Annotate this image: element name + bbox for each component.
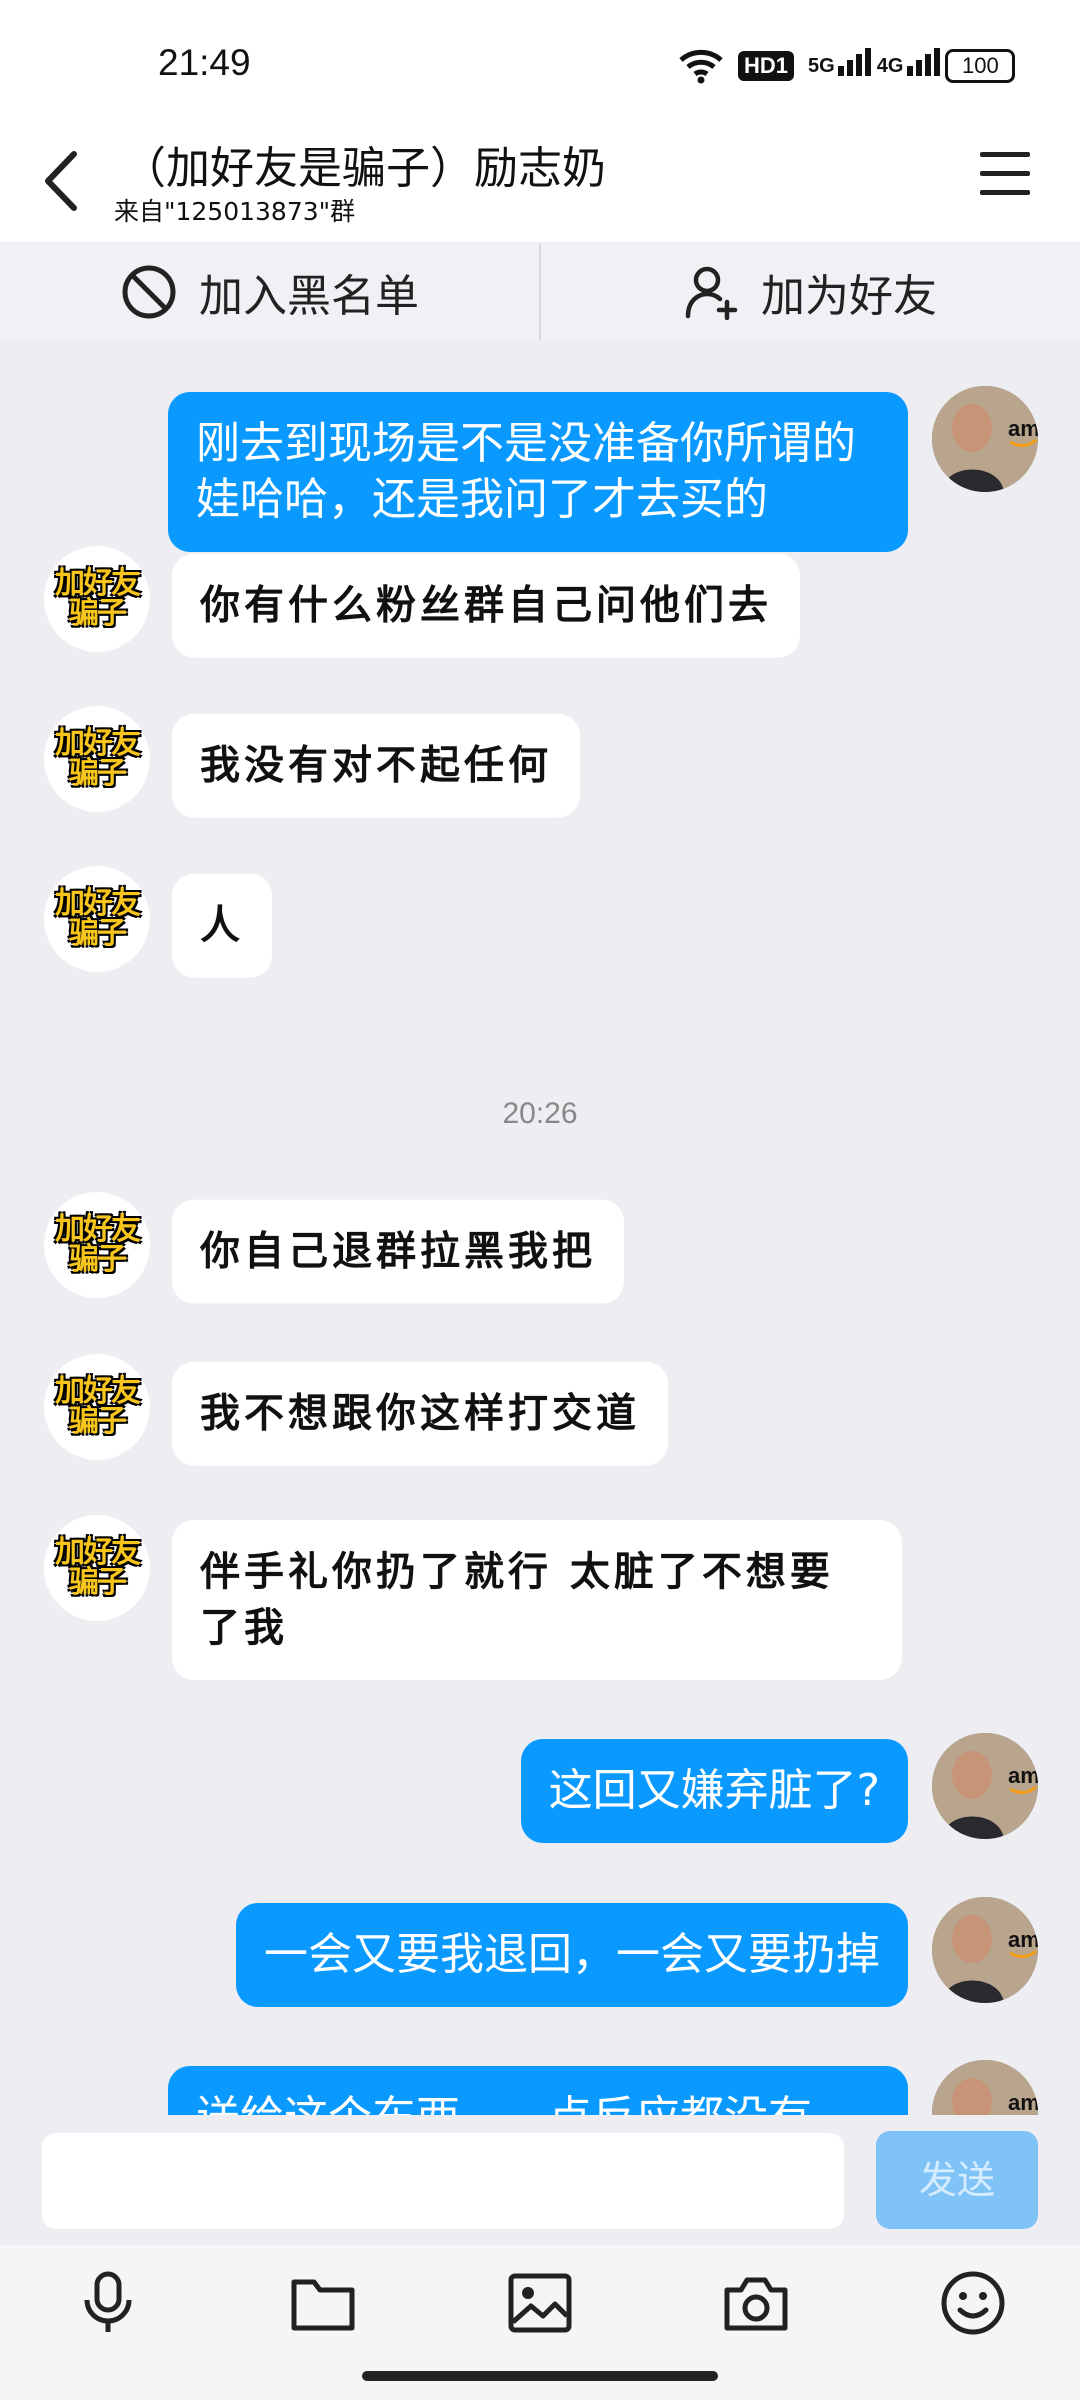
avatar-contact[interactable]: 加好友 骗子 bbox=[44, 1192, 150, 1298]
avatar-contact[interactable]: 加好友 骗子 bbox=[44, 546, 150, 652]
status-clock: 21:49 bbox=[158, 42, 251, 83]
hd-badge: HD1 bbox=[738, 51, 795, 81]
status-icons: HD1 5G 4G 100 bbox=[678, 40, 1016, 92]
back-arrow-icon[interactable] bbox=[38, 148, 88, 214]
message-bubble-outgoing[interactable]: 一会又要我退回，一会又要扔掉 bbox=[236, 1903, 908, 2007]
home-indicator[interactable] bbox=[362, 2371, 718, 2381]
avatar-contact[interactable]: 加好友 骗子 bbox=[44, 866, 150, 972]
avatar-self[interactable]: am bbox=[932, 2060, 1038, 2115]
block-icon bbox=[122, 265, 176, 319]
add-user-icon bbox=[685, 266, 738, 320]
avatar-self[interactable]: am bbox=[932, 1733, 1038, 1839]
chat-title: （加好友是骗子）励志奶 bbox=[122, 143, 606, 194]
message-timestamp: 20:26 bbox=[502, 1097, 578, 1130]
message-bubble-incoming[interactable]: 伴手礼你扔了就行 太脏了不想要了我 bbox=[172, 1520, 902, 1680]
avatar-contact[interactable]: 加好友 骗子 bbox=[44, 1354, 150, 1460]
svg-text:am: am bbox=[1008, 1763, 1038, 1788]
avatar-photo: am bbox=[932, 1897, 1038, 2003]
menu-icon[interactable] bbox=[980, 152, 1030, 202]
message-bubble-outgoing[interactable]: 送给这个东西……点反应都没有 bbox=[168, 2066, 908, 2115]
message-bubble-outgoing[interactable]: 刚去到现场是不是没准备你所谓的娃哈哈，还是我问了才去买的 bbox=[168, 392, 908, 552]
avatar-self[interactable]: am bbox=[932, 386, 1038, 492]
blacklist-button[interactable]: 加入黑名单 bbox=[0, 244, 540, 340]
add-friend-button[interactable]: 加为好友 bbox=[540, 244, 1080, 340]
message-bubble-incoming[interactable]: 人 bbox=[172, 873, 272, 978]
avatar-photo: am bbox=[932, 386, 1038, 492]
action-divider bbox=[539, 244, 541, 340]
add-friend-label: 加为好友 bbox=[761, 271, 937, 322]
battery-icon: 100 bbox=[945, 49, 1016, 83]
avatar-contact[interactable]: 加好友 骗子 bbox=[44, 706, 150, 812]
message-bubble-incoming[interactable]: 你自己退群拉黑我把 bbox=[172, 1199, 624, 1304]
message-bubble-incoming[interactable]: 我不想跟你这样打交道 bbox=[172, 1361, 668, 1466]
blacklist-label: 加入黑名单 bbox=[199, 271, 419, 322]
folder-icon[interactable] bbox=[288, 2268, 358, 2338]
avatar-contact[interactable]: 加好友 骗子 bbox=[44, 1515, 150, 1621]
svg-text:am: am bbox=[1008, 416, 1038, 441]
avatar-photo: am bbox=[932, 1733, 1038, 1839]
send-button[interactable]: 发送 bbox=[876, 2131, 1038, 2229]
microphone-icon[interactable] bbox=[73, 2268, 143, 2338]
image-icon[interactable] bbox=[505, 2268, 575, 2338]
camera-icon[interactable] bbox=[721, 2268, 791, 2338]
message-input[interactable] bbox=[42, 2133, 844, 2229]
signal-icon-2: 4G bbox=[877, 47, 940, 78]
emoji-icon[interactable] bbox=[938, 2268, 1008, 2338]
message-bubble-incoming[interactable]: 我没有对不起任何 bbox=[172, 713, 580, 818]
avatar-self[interactable]: am bbox=[932, 1897, 1038, 2003]
svg-text:am: am bbox=[1008, 2090, 1038, 2115]
avatar-photo: am bbox=[932, 2060, 1038, 2115]
wifi-icon bbox=[679, 49, 723, 84]
chat-messages[interactable]: am 刚去到现场是不是没准备你所谓的娃哈哈，还是我问了才去买的 加好友 骗子 你有… bbox=[0, 340, 1080, 2115]
signal-icon: 5G bbox=[808, 47, 872, 78]
svg-text:am: am bbox=[1008, 1927, 1038, 1952]
message-bubble-incoming[interactable]: 你有什么粉丝群自己问他们去 bbox=[172, 553, 800, 658]
chat-subtitle: 来自"125013873"群 bbox=[114, 197, 356, 226]
message-bubble-outgoing[interactable]: 这回又嫌弃脏了? bbox=[520, 1739, 908, 1843]
